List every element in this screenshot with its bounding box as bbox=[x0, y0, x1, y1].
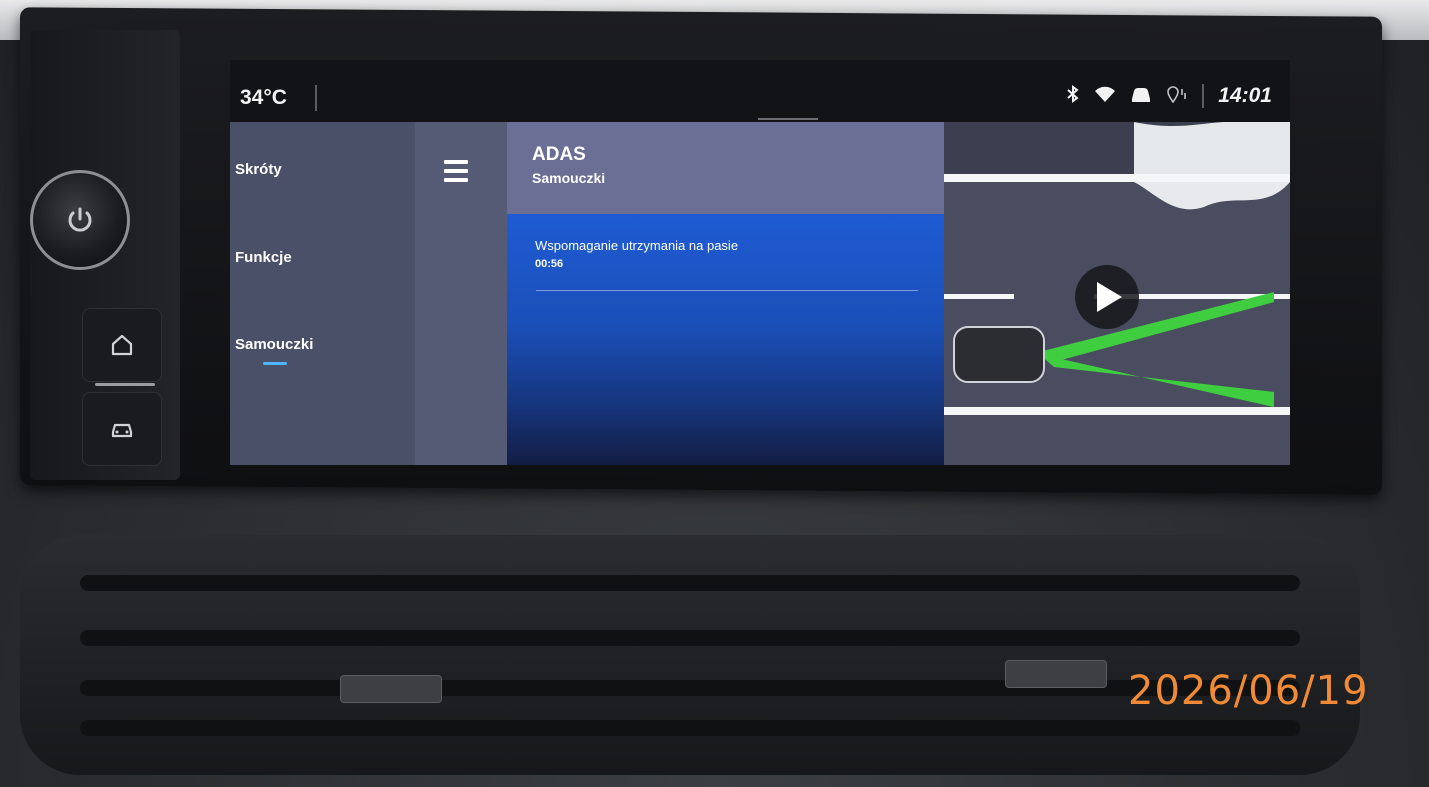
car-icon bbox=[1130, 85, 1152, 108]
status-separator bbox=[315, 85, 317, 111]
home-button[interactable] bbox=[82, 308, 162, 382]
sidebar-item-samouczki[interactable]: Samouczki bbox=[235, 336, 313, 353]
vent-slat bbox=[80, 630, 1300, 646]
sidebar-item-funkcje[interactable]: Funkcje bbox=[235, 249, 292, 266]
button-divider bbox=[95, 383, 155, 386]
tutorial-video-preview[interactable] bbox=[944, 122, 1290, 465]
map-overlay bbox=[1134, 122, 1290, 210]
clock: 14:01 bbox=[1218, 84, 1272, 107]
power-knob[interactable] bbox=[30, 170, 130, 270]
vent-adjuster[interactable] bbox=[340, 675, 442, 703]
hamburger-menu-icon[interactable] bbox=[444, 160, 468, 187]
list-divider bbox=[536, 290, 918, 291]
location-icon bbox=[1166, 85, 1188, 108]
vent-adjuster[interactable] bbox=[1005, 660, 1107, 688]
tutorial-item-title[interactable]: Wspomaganie utrzymania na pasie bbox=[535, 238, 738, 253]
screen-notch bbox=[758, 118, 818, 120]
photo-date-stamp: 2026/06/19 bbox=[1128, 668, 1369, 714]
content-header bbox=[507, 122, 944, 214]
power-icon bbox=[33, 173, 127, 267]
lane-line bbox=[944, 407, 1290, 415]
sidebar-item-skroty[interactable]: Skróty bbox=[235, 161, 282, 178]
bluetooth-icon bbox=[1066, 84, 1080, 108]
page-subtitle: Samouczki bbox=[532, 170, 606, 186]
lane-line bbox=[944, 294, 1014, 299]
vehicle-graphic bbox=[953, 326, 1045, 383]
infotainment-screen: 34°C 14:01 Skróty Funkcje Samouczki ADAS… bbox=[230, 60, 1290, 465]
home-icon bbox=[111, 334, 133, 356]
tutorial-item-duration: 00:56 bbox=[535, 258, 564, 270]
vent-slat bbox=[80, 680, 1300, 696]
car-icon bbox=[111, 423, 133, 438]
active-tab-indicator bbox=[263, 362, 287, 365]
vehicle-button[interactable] bbox=[82, 392, 162, 466]
lane-line bbox=[944, 174, 1290, 182]
status-bar-right: 14:01 bbox=[1066, 84, 1272, 108]
status-separator bbox=[1202, 84, 1205, 108]
vent-slat bbox=[80, 720, 1300, 736]
air-vent bbox=[20, 535, 1360, 775]
vent-slat bbox=[80, 575, 1300, 591]
outside-temperature: 34°C bbox=[240, 86, 287, 109]
page-title: ADAS bbox=[532, 144, 586, 165]
wifi-icon bbox=[1094, 85, 1116, 108]
